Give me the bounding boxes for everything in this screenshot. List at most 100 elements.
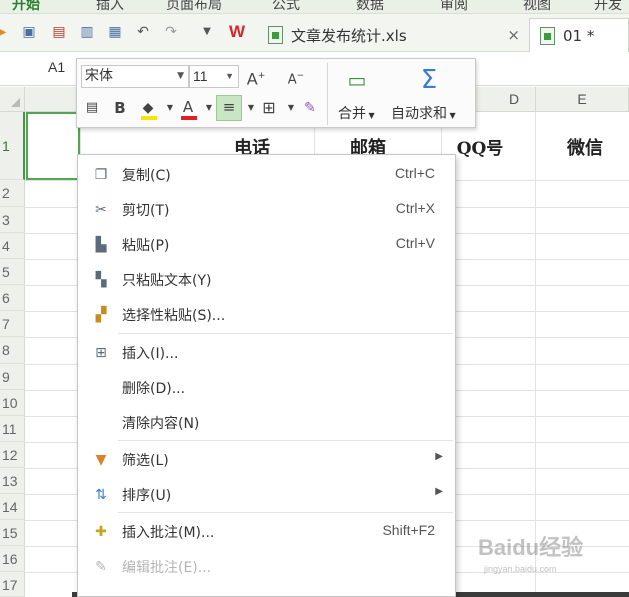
undo-icon[interactable]: ↶ [134, 23, 152, 41]
watermark-text: Baidu经验 [478, 535, 584, 560]
merge-cells-icon[interactable]: ▭ [342, 65, 372, 95]
print-icon[interactable]: ▥ [78, 23, 96, 41]
menu-item-clear-contents[interactable]: 清除内容(N) [78, 405, 455, 440]
row-header[interactable]: 14 [0, 494, 25, 520]
sort-icon: ⇅ [95, 487, 107, 503]
menu-item-paste-text-only[interactable]: ▚ 只粘贴文本(Y) [78, 262, 455, 297]
menu-item-label: 排序(U) [122, 488, 172, 504]
tab-data[interactable]: 数据 [356, 0, 384, 13]
menu-item-delete[interactable]: 删除(D)... [78, 370, 455, 405]
paste-text-icon: ▚ [95, 272, 107, 288]
menu-item-label: 清除内容(N) [122, 416, 200, 432]
row-header[interactable]: 4 [0, 233, 25, 259]
doc-tab-statistics[interactable]: 文章发布统计.xls × [258, 18, 530, 52]
row-header[interactable]: 15 [0, 520, 25, 546]
row-header[interactable]: 2 [0, 180, 25, 207]
menu-item-filter[interactable]: ▼ 筛选(L) ▶ [78, 442, 455, 477]
grow-font-label: A [246, 69, 258, 89]
save-icon[interactable]: ▣ [20, 23, 38, 41]
menu-item-label: 只粘贴文本(Y) [122, 273, 212, 289]
tab-insert[interactable]: 插入 [96, 0, 124, 13]
menu-item-label: 删除(D)... [122, 381, 186, 397]
tab-home[interactable]: 开始 [12, 0, 40, 13]
baidu-jingyan-watermark: Baidu经验 jingyan.baidu.com [478, 530, 628, 580]
cell-format-icon[interactable]: ▤ [81, 97, 103, 119]
menu-item-copy[interactable]: ❐ 复制(C) Ctrl+C [78, 157, 455, 192]
export-pdf-icon[interactable]: ▤ [50, 23, 68, 41]
redo-icon[interactable]: ↷ [162, 23, 180, 41]
bold-button[interactable]: B [109, 97, 131, 119]
font-name-select[interactable]: 宋体 ▼ [81, 65, 189, 88]
name-box[interactable]: A1 [48, 59, 65, 75]
menu-item-shortcut: Shift+F2 [382, 522, 435, 538]
row-header[interactable]: 3 [0, 207, 25, 233]
watermark-subtext: jingyan.baidu.com [484, 564, 557, 574]
row-header[interactable]: 16 [0, 546, 25, 572]
chevron-down-icon: ▼ [225, 71, 234, 81]
row-header[interactable]: 8 [0, 337, 25, 364]
menu-item-cut[interactable]: ✂ 剪切(T) Ctrl+X [78, 192, 455, 227]
borders-icon[interactable]: ⊞ [258, 97, 280, 119]
font-size-select[interactable]: 11 ▼ [189, 65, 239, 88]
menu-item-paste-special[interactable]: ▞ 选择性粘贴(S)... [78, 297, 455, 332]
autosum-label: 自动求和 [391, 106, 447, 122]
format-painter-icon[interactable]: ✎ [299, 97, 321, 119]
row-header[interactable]: 10 [0, 390, 25, 416]
edit-comment-icon: ✎ [95, 559, 107, 575]
folder-icon[interactable]: ▶ [0, 23, 10, 41]
font-color-icon[interactable]: A [177, 96, 199, 118]
tab-formulas[interactable]: 公式 [272, 0, 300, 13]
grow-font-button[interactable]: A+ [245, 65, 267, 89]
row-header[interactable]: 7 [0, 311, 25, 337]
menu-item-label: 复制(C) [122, 168, 171, 184]
tab-page-layout[interactable]: 页面布局 [166, 0, 222, 13]
menu-item-label: 剪切(T) [122, 203, 170, 219]
doc-tab-label: 文章发布统计.xls [291, 26, 407, 45]
merge-button[interactable]: 合并 ▼ [338, 103, 375, 123]
column-header-e[interactable]: E [536, 87, 629, 112]
mini-format-toolbar: 宋体 ▼ 11 ▼ A+ A− ▤ B ◆ ▼ A ▼ ≡ ▼ ⊞ ▼ ✎ ▭ … [76, 58, 476, 128]
row-header[interactable]: 12 [0, 442, 25, 468]
more-dropdown-icon[interactable]: ▼ [198, 23, 216, 41]
tab-review[interactable]: 审阅 [440, 0, 468, 13]
merge-label: 合并 [338, 106, 366, 122]
row-header[interactable]: 6 [0, 285, 25, 311]
insert-icon: ⊞ [95, 345, 107, 361]
print-preview-icon[interactable]: ▦ [106, 23, 124, 41]
menu-item-paste[interactable]: ▙ 粘贴(P) Ctrl+V [78, 227, 455, 262]
cell-wechat-header[interactable]: 微信 [555, 134, 615, 160]
menu-item-insert-comment[interactable]: ✚ 插入批注(M)... Shift+F2 [78, 514, 455, 549]
chevron-down-icon: ▼ [177, 71, 184, 81]
tab-view[interactable]: 视图 [523, 0, 551, 13]
selected-cell-outline[interactable] [26, 112, 80, 180]
doc-tab-label: 01 * [563, 26, 595, 45]
autosum-button[interactable]: 自动求和 ▼ [391, 103, 456, 123]
shrink-font-button[interactable]: A− [285, 65, 307, 87]
context-menu: ❐ 复制(C) Ctrl+C ✂ 剪切(T) Ctrl+X ▙ 粘贴(P) Ct… [77, 154, 456, 597]
menu-item-sort[interactable]: ⇅ 排序(U) ▶ [78, 477, 455, 512]
menu-item-label: 选择性粘贴(S)... [122, 308, 226, 324]
tab-developer[interactable]: 开发 [594, 0, 622, 13]
chevron-right-icon: ▶ [435, 486, 443, 497]
spreadsheet-file-icon [540, 26, 555, 45]
row-header[interactable]: 11 [0, 416, 25, 442]
chevron-right-icon: ▶ [435, 451, 443, 462]
shrink-font-label: A [287, 72, 297, 88]
menu-item-label: 粘贴(P) [122, 238, 170, 254]
menu-separator [118, 512, 453, 513]
autosum-icon[interactable]: Σ [414, 65, 444, 95]
align-center-button[interactable]: ≡ [216, 95, 242, 121]
row-header[interactable]: 9 [0, 364, 25, 390]
row-header[interactable]: 17 [0, 572, 25, 597]
row-header[interactable]: 13 [0, 468, 25, 494]
wps-logo-icon[interactable]: W [229, 22, 245, 42]
menu-item-edit-comment: ✎ 编辑批注(E)... [78, 549, 455, 584]
fill-color-swatch [141, 116, 157, 120]
row-header[interactable]: 5 [0, 259, 25, 285]
doc-tab-01[interactable]: 01 * [529, 18, 629, 52]
row-header-1[interactable]: 1 [0, 112, 25, 180]
select-all-corner[interactable] [0, 87, 25, 112]
menu-item-insert[interactable]: ⊞ 插入(I)... [78, 335, 455, 370]
font-name-value: 宋体 [85, 68, 113, 84]
close-icon[interactable]: × [507, 26, 520, 44]
